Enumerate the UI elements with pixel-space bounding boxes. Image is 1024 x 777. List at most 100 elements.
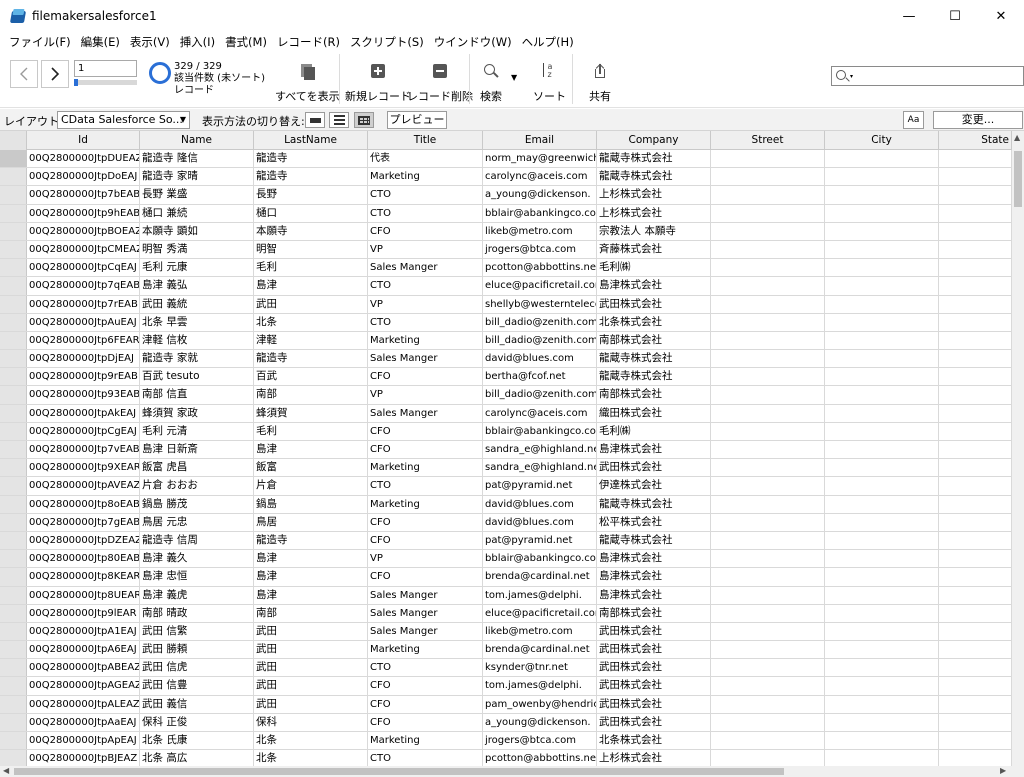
cell-city[interactable] [825,331,939,350]
cell-street[interactable] [711,622,825,641]
cell-name[interactable]: 島津 義久 [140,550,254,568]
table-row[interactable]: 00Q2800000JtpCMEAZ 明智 秀満 明智 VP jrogers@btca.… [0,240,1012,260]
table-row[interactable]: 00Q2800000Jtp8oEAB 鍋島 勝茂 鍋島 Marketing david@… [0,495,1012,514]
cell-street[interactable] [711,186,825,204]
table-row[interactable]: 00Q2800000JtpAaEAJ 保科 正俊 保科 CFO a_young@dick… [0,713,1012,732]
share-button[interactable]: 共有 [589,63,611,104]
cell-name[interactable]: 飯富 虎昌 [140,459,254,477]
cell-city[interactable] [825,422,939,440]
row-selector[interactable] [0,477,27,495]
cell-state[interactable] [939,422,1012,440]
cell-city[interactable] [825,350,939,368]
cell-company[interactable]: 武田株式会社 [597,641,711,659]
cell-email[interactable]: shellyb@westerntelecо [483,295,597,313]
cell-name[interactable]: 長野 業盛 [140,186,254,204]
cell-lastname[interactable]: 北条 [254,313,368,331]
cell-id[interactable]: 00Q2800000JtpDZEAZ [27,531,140,550]
cell-state[interactable] [939,222,1012,240]
cell-city[interactable] [825,713,939,731]
cell-company[interactable]: 武田株式会社 [597,713,711,731]
row-selector[interactable] [0,568,27,586]
cell-id[interactable]: 00Q2800000Jtp7qEAB [27,277,140,295]
cell-email[interactable]: tom.james@delphi. [483,677,597,695]
cell-lastname[interactable]: 北条 [254,732,368,750]
cell-street[interactable] [711,677,825,695]
cell-name[interactable]: 樋口 兼続 [140,204,254,222]
row-selector[interactable] [0,350,27,368]
table-row[interactable]: 00Q2800000JtpA6EAJ 武田 勝頼 武田 Marketing brenda… [0,641,1012,660]
table-row[interactable]: 00Q2800000JtpCgEAJ 毛利 元清 毛利 CFO bblair@abank… [0,422,1012,441]
cell-city[interactable] [825,513,939,531]
cell-lastname[interactable]: 明智 [254,240,368,259]
cell-lastname[interactable]: 武田 [254,622,368,641]
edit-layout-button[interactable]: 変更... [933,111,1023,129]
cell-state[interactable] [939,168,1012,186]
cell-lastname[interactable]: 津軽 [254,331,368,350]
row-selector[interactable] [0,713,27,731]
cell-id[interactable]: 00Q2800000JtpDoEAJ [27,168,140,186]
cell-state[interactable] [939,477,1012,495]
cell-title[interactable]: Sales Manger [368,622,483,641]
cell-company[interactable]: 龍蔵寺株式会社 [597,350,711,368]
cell-title[interactable]: CFO [368,368,483,386]
cell-title[interactable]: 代表 [368,150,483,168]
cell-email[interactable]: sandra_e@highland.net [483,441,597,459]
table-row[interactable]: 00Q2800000JtpDoEAJ 龍造寺 家晴 龍造寺 Marketing caro… [0,168,1012,187]
row-selector[interactable] [0,240,27,259]
cell-street[interactable] [711,150,825,168]
cell-title[interactable]: CFO [368,677,483,695]
cell-email[interactable]: sandra_e@highland.net [483,459,597,477]
cell-lastname[interactable]: 保科 [254,713,368,731]
cell-id[interactable]: 00Q2800000Jtp8UEAR [27,586,140,604]
cell-id[interactable]: 00Q2800000Jtp80EAB [27,550,140,568]
cell-company[interactable]: 松平株式会社 [597,513,711,531]
cell-email[interactable]: a_young@dickenson. [483,186,597,204]
cell-id[interactable]: 00Q2800000Jtp9XEAR [27,459,140,477]
cell-name[interactable]: 龍造寺 家晴 [140,168,254,186]
cell-title[interactable]: Sales Manger [368,350,483,368]
cell-title[interactable]: CTO [368,659,483,677]
cell-id[interactable]: 00Q2800000JtpBOEAZ [27,222,140,240]
cell-street[interactable] [711,459,825,477]
cell-email[interactable]: bblair@abankingco.com [483,550,597,568]
cell-id[interactable]: 00Q2800000JtpCMEAZ [27,240,140,259]
close-button[interactable]: ✕ [978,0,1024,32]
cell-lastname[interactable]: 南部 [254,386,368,404]
cell-street[interactable] [711,550,825,568]
cell-name[interactable]: 島津 義弘 [140,277,254,295]
cell-id[interactable]: 00Q2800000JtpApEAJ [27,732,140,750]
cell-state[interactable] [939,750,1012,766]
table-row[interactable]: 00Q2800000Jtp6FEAR 津軽 信枚 津軽 Marketing bill_d… [0,331,1012,351]
cell-email[interactable]: david@blues.com [483,495,597,513]
preview-button[interactable]: プレビュー [387,111,447,129]
cell-city[interactable] [825,168,939,186]
cell-street[interactable] [711,422,825,440]
cell-state[interactable] [939,495,1012,513]
cell-company[interactable]: 南部株式会社 [597,386,711,404]
cell-lastname[interactable]: 百武 [254,368,368,386]
cell-title[interactable]: Marketing [368,732,483,750]
cell-city[interactable] [825,677,939,695]
cell-title[interactable]: Marketing [368,459,483,477]
cell-lastname[interactable]: 毛利 [254,422,368,440]
cell-city[interactable] [825,531,939,550]
cell-email[interactable]: eluce@pacificretail.com [483,604,597,622]
cell-id[interactable]: 00Q2800000Jtp93EAB [27,386,140,404]
cell-name[interactable]: 龍造寺 隆信 [140,150,254,168]
find-dropdown-caret-icon[interactable]: ▼ [511,73,517,82]
cell-id[interactable]: 00Q2800000Jtp9rEAB [27,368,140,386]
cell-street[interactable] [711,695,825,713]
cell-lastname[interactable]: 飯富 [254,459,368,477]
cell-company[interactable]: 龍蔵寺株式会社 [597,531,711,550]
cell-lastname[interactable]: 長野 [254,186,368,204]
record-slider-thumb[interactable] [74,79,78,86]
minimize-button[interactable]: — [886,0,932,32]
form-view-button[interactable] [305,112,325,128]
cell-company[interactable]: 北条株式会社 [597,732,711,750]
cell-city[interactable] [825,659,939,677]
cell-id[interactable]: 00Q2800000JtpALEAZ [27,695,140,713]
row-selector[interactable] [0,550,27,568]
cell-id[interactable]: 00Q2800000JtpBJEAZ [27,750,140,766]
new-record-button[interactable]: 新規レコード [345,63,411,104]
cell-state[interactable] [939,695,1012,713]
